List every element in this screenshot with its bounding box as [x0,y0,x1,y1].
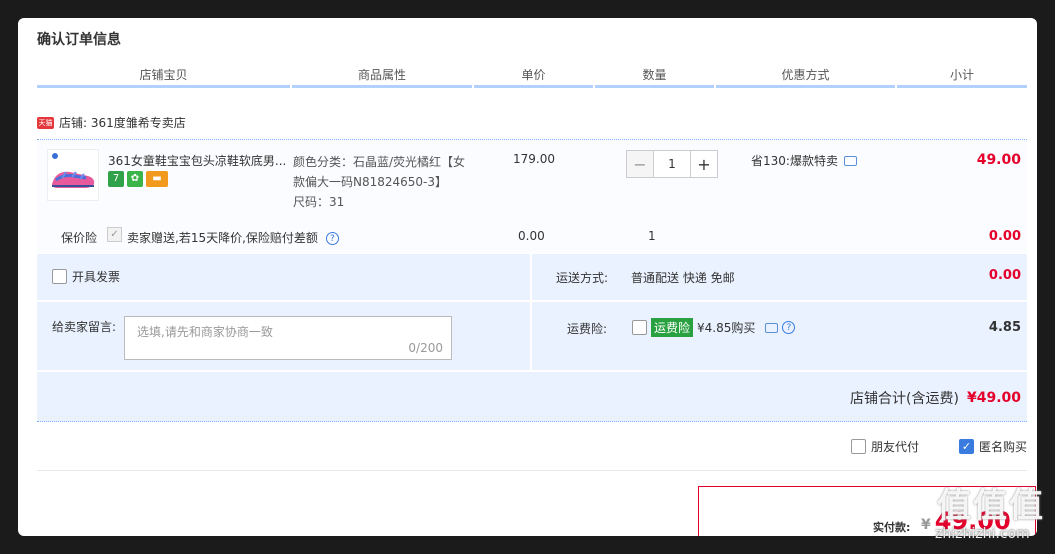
freight-insurance-option: 运费险 ¥4.85购买 ? [632,318,796,337]
freight-insurance-label: 运费险: [567,322,608,336]
freight-insurance-price-text: ¥4.85购买 [697,321,756,335]
message-char-count: 0/200 [408,341,443,355]
anonymous-option[interactable]: ✓ 匿名购买 [958,438,1027,455]
insurance-subtotal: 0.00 [988,229,1021,244]
yen-symbol: ¥ [921,517,931,533]
invoice-label: 开具发票 [72,270,121,284]
tmall-icon: 天猫 [37,116,54,129]
insurance-text: 卖家赠送,若15天降价,保险赔付差额 [127,231,318,245]
header-discount: 优惠方式 [716,66,895,88]
invoice-option[interactable]: 开具发票 [52,268,120,285]
insurance-checkbox: ✓ [107,227,122,242]
shop-total-amount: ¥49.00 [966,390,1021,406]
divider [37,421,1027,422]
watermark-logo: 值值值 [937,486,1045,526]
chat-bubble-icon[interactable] [765,322,779,333]
service-badges: 7 ✿ ▬ [108,171,168,187]
help-icon[interactable]: ? [325,232,339,245]
unit-price: 179.00 [513,152,555,166]
shop-name-link[interactable]: 店铺: 361度雏希专卖店 [59,114,186,131]
freight-insurance-tag: 运费险 [651,318,694,337]
divider [37,470,1027,471]
guarantee-icon[interactable]: ✿ [127,171,143,187]
shop-row: 天猫 店铺: 361度雏希专卖店 [37,114,186,131]
header-attributes: 商品属性 [292,66,472,88]
item-thumbnail[interactable] [47,149,99,201]
seven-day-return-icon[interactable]: 7 [108,171,124,187]
qty-plus-button[interactable]: + [690,150,718,178]
insurance-label: 保价险 [61,231,98,245]
shipping-method: 普通配送 快递 免邮 [631,271,735,285]
discount-info: 省130:爆款特卖 [751,152,857,169]
insurance-qty: 1 [648,229,656,243]
order-item-row: 361女童鞋宝宝包头凉鞋软底男... 7 ✿ ▬ 颜色分类：石晶蓝/荧光橘红【女… [37,140,1027,253]
freight-insurance-checkbox[interactable] [632,320,647,335]
item-title-link[interactable]: 361女童鞋宝宝包头凉鞋软底男... [108,152,288,169]
message-placeholder: 选填,请先和商家协商一致 [137,325,273,339]
page-title: 确认订单信息 [37,32,121,48]
insurance-desc: 卖家赠送,若15天降价,保险赔付差额? [127,229,339,246]
watermark: 值值值 zhizhizhi.com [935,478,1045,542]
payment-label: 实付款: [873,521,911,534]
shop-total: 店铺合计(含运费) ¥49.00 [850,388,1021,408]
invoice-checkbox[interactable] [52,269,67,284]
shipping-label: 运送方式: [556,271,609,285]
header-subtotal: 小计 [897,66,1027,88]
order-confirm-panel: 确认订单信息 店铺宝贝 商品属性 单价 数量 优惠方式 小计 天猫 店铺: 36… [18,18,1037,536]
select-dot-icon [51,152,59,160]
message-input[interactable]: 选填,请先和商家协商一致 0/200 [124,316,452,360]
freight-insurance-price: 4.85 [988,320,1021,335]
header-unit-price: 单价 [474,66,593,88]
anonymous-checkbox[interactable]: ✓ [958,439,974,454]
discount-text: 省130:爆款特卖 [751,154,838,168]
header-quantity: 数量 [595,66,714,88]
anonymous-label: 匿名购买 [978,440,1027,454]
quantity-stepper: − 1 + [626,150,718,178]
header-shop-item: 店铺宝贝 [37,66,290,88]
shop-total-label: 店铺合计(含运费) [850,391,959,407]
help-icon[interactable]: ? [782,321,796,334]
divider [37,370,1027,372]
chat-bubble-icon[interactable] [843,155,857,166]
order-extras: 开具发票 运送方式: 普通配送 快递 免邮 0.00 给卖家留言: 选填,请先和… [37,254,1027,422]
credit-card-icon[interactable]: ▬ [146,171,168,187]
friend-pay-option[interactable]: 朋友代付 [850,438,919,455]
watermark-url: zhizhizhi.com [935,526,1030,542]
table-header: 店铺宝贝 商品属性 单价 数量 优惠方式 小计 [37,66,1027,88]
divider [530,254,532,370]
qty-input[interactable]: 1 [654,150,690,178]
shipping-price: 0.00 [988,268,1021,283]
insurance-price: 0.00 [518,229,545,243]
divider [37,300,1027,302]
attr-size: 尺码：31 [293,195,345,209]
item-subtotal: 49.00 [976,152,1021,168]
payment-options: 朋友代付 ✓ 匿名购买 [850,438,1027,455]
qty-minus-button[interactable]: − [626,150,654,178]
message-label: 给卖家留言: [52,320,117,334]
friend-pay-label: 朋友代付 [870,440,919,454]
attr-color: 颜色分类：石晶蓝/荧光橘红【女款偏大一码N81824650-3】 [293,155,466,189]
item-attributes: 颜色分类：石晶蓝/荧光橘红【女款偏大一码N81824650-3】 尺码：31 [293,152,473,212]
friend-pay-checkbox[interactable] [850,439,866,454]
